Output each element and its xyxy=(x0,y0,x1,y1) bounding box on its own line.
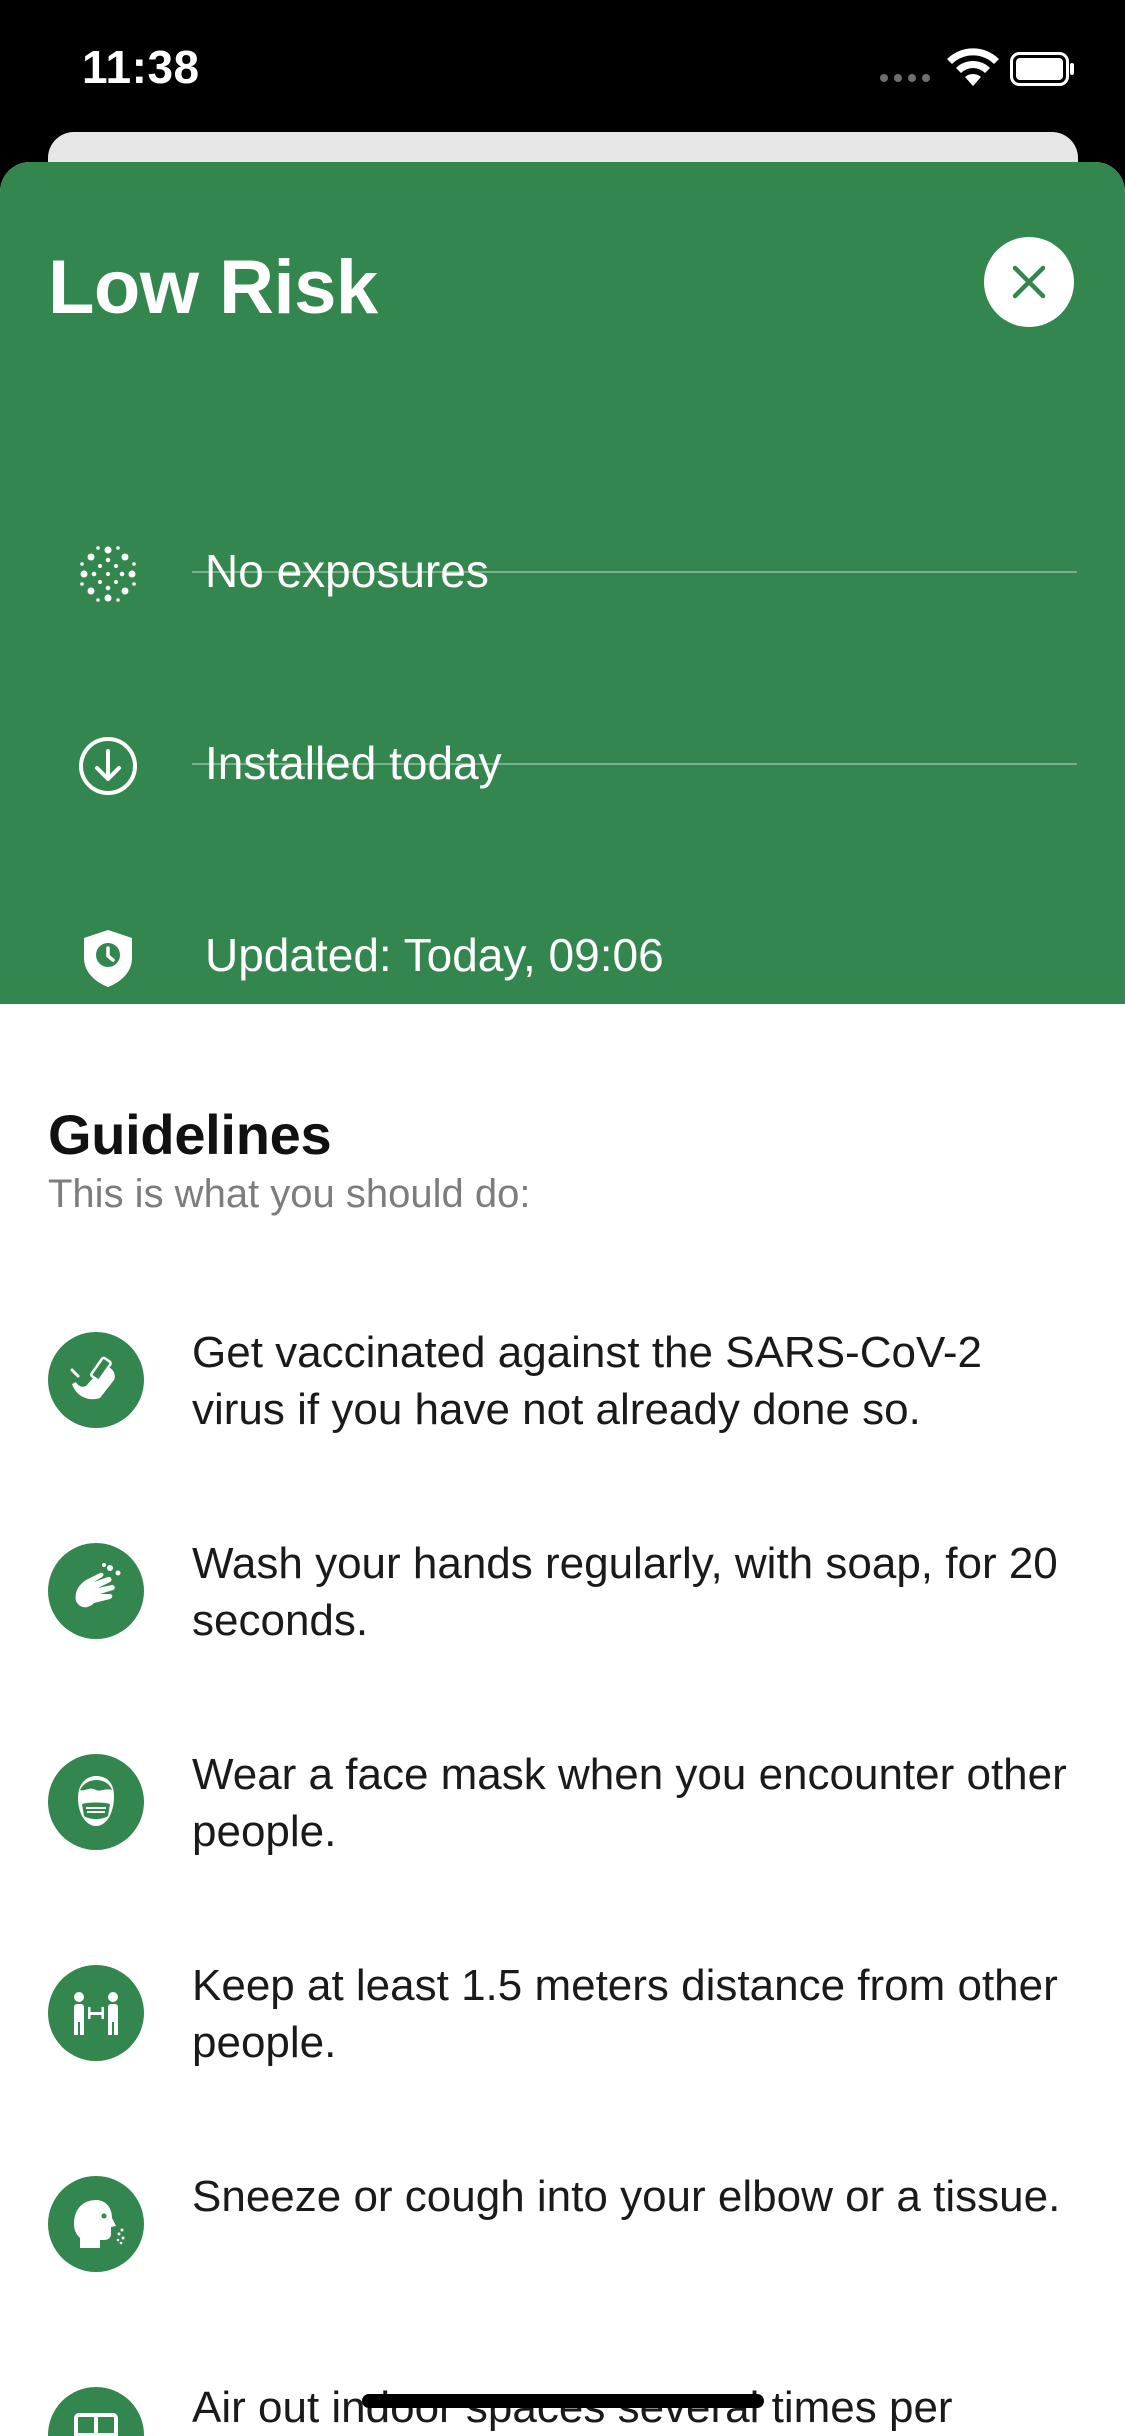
divider xyxy=(192,763,1077,765)
virus-icon xyxy=(80,546,136,602)
divider xyxy=(192,571,1077,573)
guideline-text: Get vaccinated against the SARS-CoV-2 vi… xyxy=(192,1328,982,1434)
status-time: 11:38 xyxy=(82,41,200,93)
cellular-signal-icon xyxy=(880,74,930,82)
guideline-text: Sneeze or cough into your elbow or a tis… xyxy=(192,2172,1061,2221)
wifi-icon xyxy=(947,48,999,86)
ventilate-icon xyxy=(48,2387,144,2436)
guideline-text: Wear a face mask when you encounter othe… xyxy=(192,1750,1067,1856)
risk-title: Low Risk xyxy=(48,245,378,330)
wash-hands-icon xyxy=(48,1543,144,1639)
guideline-item: Wear a face mask when you encounter othe… xyxy=(0,1750,1125,1914)
guideline-item: Sneeze or cough into your elbow or a tis… xyxy=(0,2172,1125,2336)
risk-detail-sheet: Low Risk No exposures Installed today Up… xyxy=(0,162,1125,2436)
sneeze-icon xyxy=(48,2176,144,2272)
status-bar: 11:38 xyxy=(0,0,1125,135)
guideline-item: Get vaccinated against the SARS-CoV-2 vi… xyxy=(0,1328,1125,1492)
close-icon xyxy=(1012,265,1046,299)
home-indicator[interactable] xyxy=(362,2394,764,2408)
battery-icon xyxy=(1010,52,1074,86)
guideline-item: Wash your hands regularly, with soap, fo… xyxy=(0,1539,1125,1703)
download-circle-icon xyxy=(79,737,137,795)
guideline-item: Keep at least 1.5 meters distance from o… xyxy=(0,1961,1125,2125)
risk-status-panel: Low Risk No exposures Installed today Up… xyxy=(0,162,1125,1004)
face-mask-icon xyxy=(48,1754,144,1850)
updated-text: Updated: Today, 09:06 xyxy=(205,929,664,981)
status-row-updated: Updated: Today, 09:06 xyxy=(0,860,1125,1052)
guideline-text: Keep at least 1.5 meters distance from o… xyxy=(192,1961,1058,2067)
vaccine-arm-icon xyxy=(48,1332,144,1428)
shield-clock-icon xyxy=(84,930,132,987)
guidelines-title: Guidelines xyxy=(48,1103,332,1166)
close-button[interactable] xyxy=(984,237,1074,327)
guideline-text: Wash your hands regularly, with soap, fo… xyxy=(192,1539,1058,1645)
guidelines-subtitle: This is what you should do: xyxy=(48,1172,531,1216)
distance-icon xyxy=(48,1965,144,2061)
